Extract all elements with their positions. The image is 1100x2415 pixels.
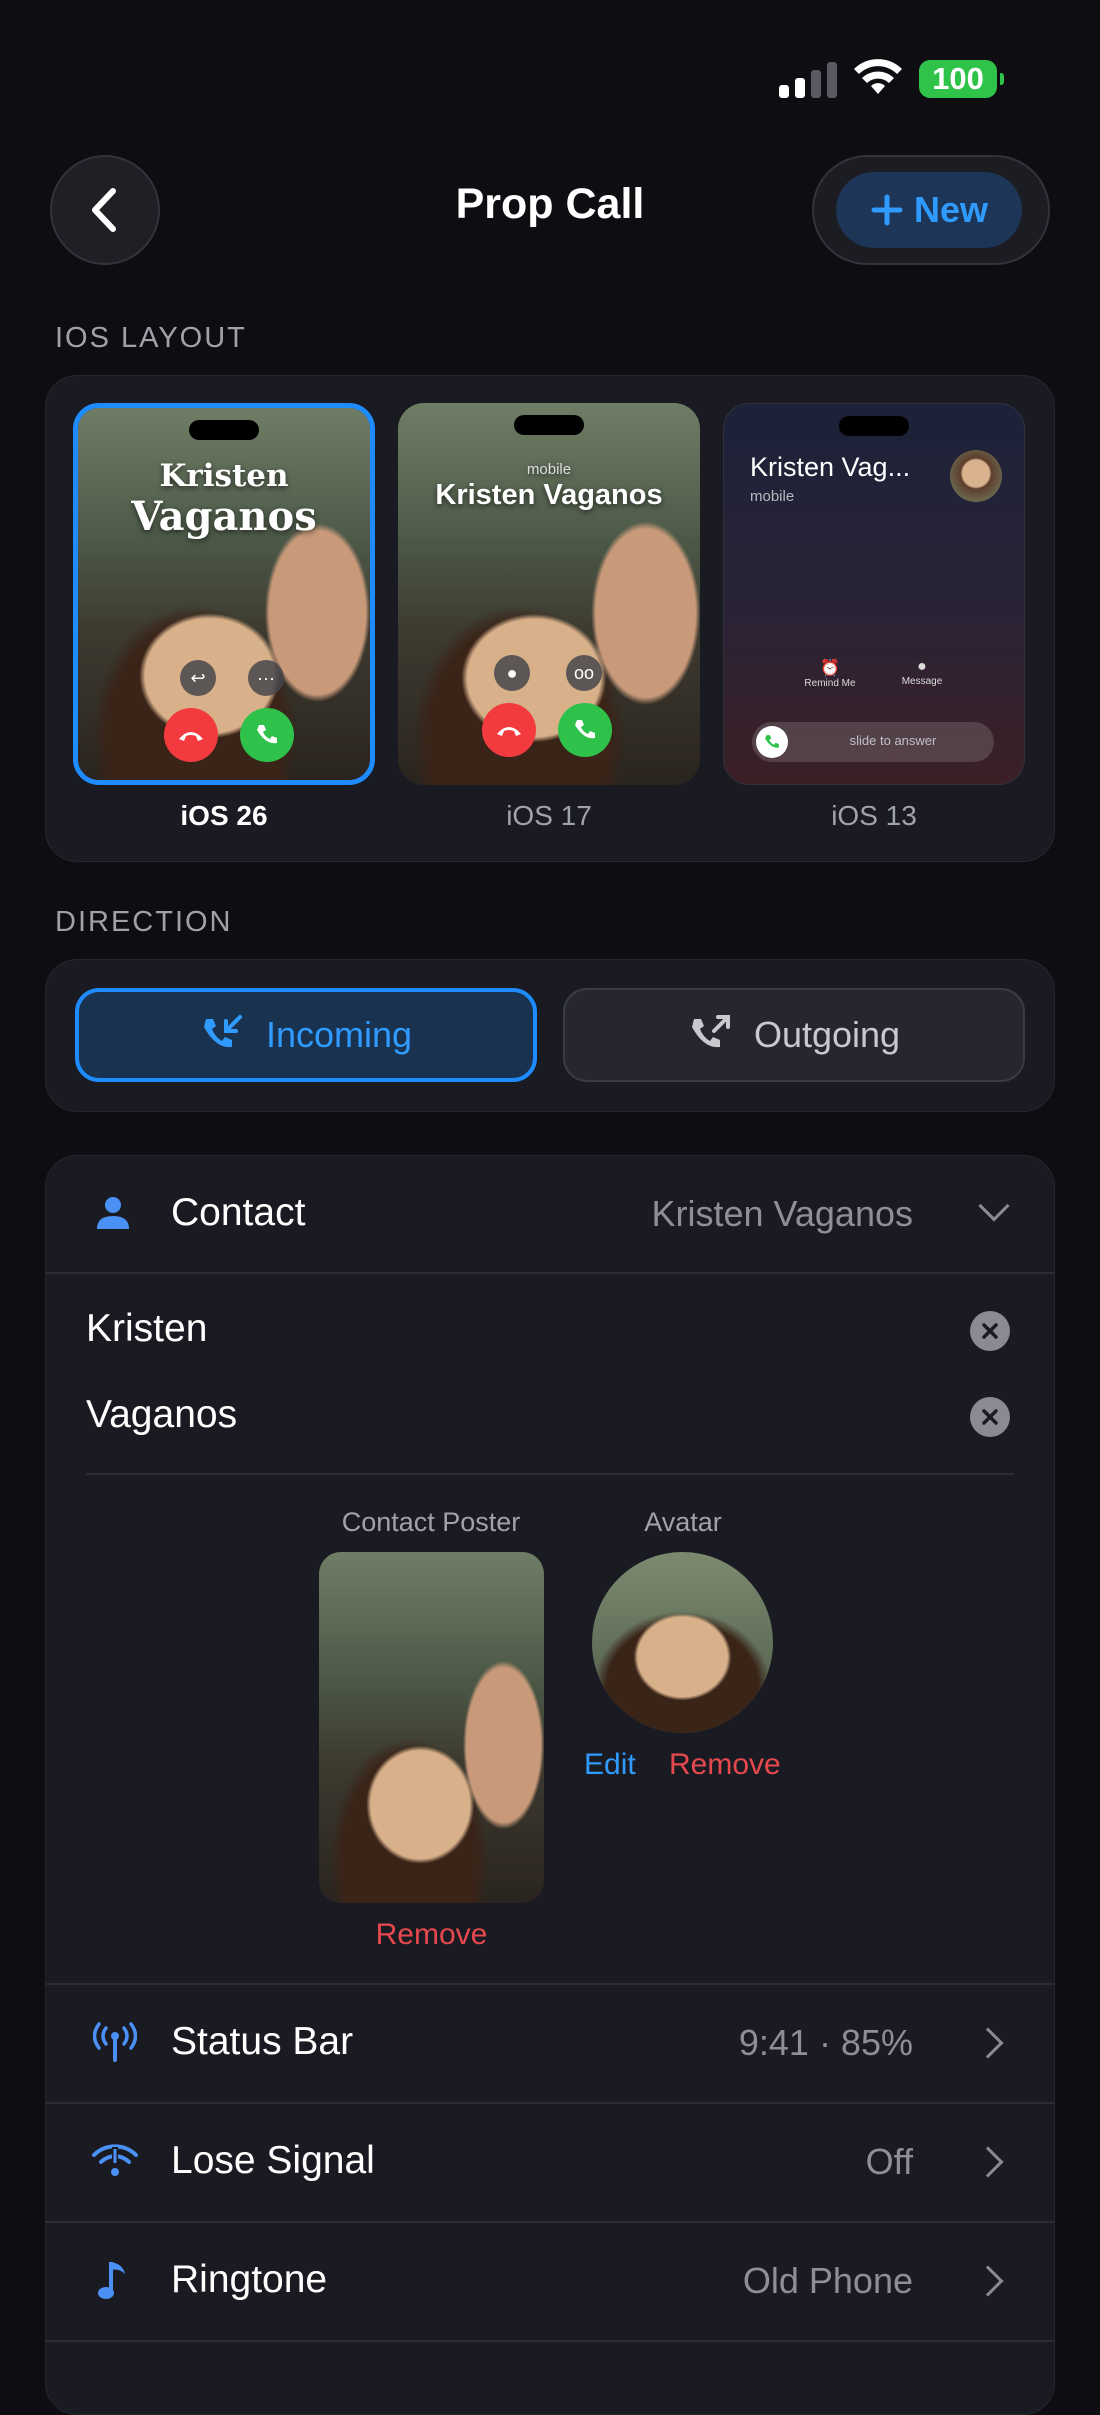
layout-option-ios17[interactable]: mobile Kristen Vaganos ● oo <box>398 403 700 785</box>
poster-first-name: Kristen <box>159 458 289 494</box>
accept-icon <box>558 703 612 757</box>
decline-icon <box>164 708 218 762</box>
section-label-direction: DIRECTION <box>55 906 233 938</box>
outgoing-label: Outgoing <box>753 1014 901 1055</box>
layout-option-ios13[interactable]: Kristen Vag... mobile ⏰ Remind Me ● Messag… <box>723 403 1025 785</box>
person-icon <box>97 1197 129 1229</box>
battery-indicator: 100 <box>919 60 1004 98</box>
status-bar-row[interactable]: Status Bar 9:41 · 85% <box>45 1984 1055 2102</box>
caller-name: Kristen Vaganos <box>435 479 663 511</box>
new-button-label: New <box>913 189 989 230</box>
plus-icon <box>871 194 903 226</box>
dynamic-island <box>514 415 584 435</box>
lose-signal-row[interactable]: Lose Signal Off <box>45 2103 1055 2221</box>
antenna-icon <box>93 2022 137 2062</box>
chevron-down-icon <box>978 1190 1010 1222</box>
close-icon <box>982 1409 998 1425</box>
page-title: Prop Call <box>455 180 645 228</box>
contact-row[interactable]: Contact Kristen Vaganos <box>45 1155 1055 1273</box>
first-name-field[interactable]: Kristen <box>86 1307 207 1351</box>
ringtone-value: Old Phone <box>742 2260 913 2301</box>
message-icon: ● <box>917 658 927 675</box>
outgoing-button[interactable]: Outgoing <box>563 988 1025 1082</box>
chevron-right-icon <box>972 2027 1004 2059</box>
status-bar-value: 9:41 · 85% <box>738 2022 913 2063</box>
chevron-right-icon <box>972 2146 1004 2178</box>
slide-to-answer-track: slide to answer <box>752 722 994 762</box>
section-label-ios-layout: IOS LAYOUT <box>55 322 247 354</box>
slide-to-answer-text: slide to answer <box>849 733 937 748</box>
poster-last-name: Vaganos <box>131 493 317 540</box>
lose-signal-value: Off <box>865 2141 913 2182</box>
incoming-call-icon <box>203 1015 242 1048</box>
alarm-icon: ⏰ <box>820 660 840 677</box>
layout-label-ios26: iOS 26 <box>180 800 268 831</box>
decline-icon <box>482 703 536 757</box>
contact-poster-label: Contact Poster <box>341 1507 521 1537</box>
ringtone-row[interactable]: Ringtone Old Phone <box>45 2222 1055 2340</box>
more-icon: ··· <box>248 660 284 696</box>
status-bar-label: Status Bar <box>171 2020 354 2063</box>
message-option: ● Message <box>892 658 952 687</box>
no-signal-icon <box>92 2144 138 2176</box>
divider <box>45 1272 1055 1274</box>
back-button[interactable] <box>50 155 160 265</box>
divider <box>86 1473 1014 1475</box>
call-subtitle: mobile <box>526 461 572 478</box>
cellular-signal-icon <box>779 62 837 98</box>
call-subtitle: mobile <box>750 488 795 505</box>
voicemail-icon: oo <box>566 655 602 691</box>
remind-me-option: ⏰ Remind Me <box>800 658 860 689</box>
contact-value: Kristen Vaganos <box>651 1193 914 1234</box>
divider <box>45 2340 1055 2342</box>
layout-label-ios13: iOS 13 <box>831 800 917 831</box>
chevron-right-icon <box>972 2265 1004 2297</box>
clear-last-name-button[interactable] <box>970 1397 1010 1437</box>
layout-option-ios26[interactable]: Kristen Vaganos ↩ ··· <box>73 403 375 785</box>
remove-poster-button[interactable]: Remove <box>319 1918 544 1952</box>
edit-avatar-button[interactable]: Edit <box>584 1748 636 1782</box>
incoming-button[interactable]: Incoming <box>75 988 537 1082</box>
message-icon: ● <box>494 655 530 691</box>
reply-icon: ↩ <box>180 660 216 696</box>
avatar-image[interactable] <box>592 1552 773 1733</box>
dynamic-island <box>189 420 259 440</box>
caller-name: Kristen Vag... <box>750 452 911 482</box>
close-icon <box>982 1323 998 1339</box>
wifi-icon <box>854 59 902 94</box>
chevron-left-icon <box>92 188 116 232</box>
contact-label: Contact <box>171 1191 306 1234</box>
lose-signal-label: Lose Signal <box>171 2139 375 2182</box>
incoming-label: Incoming <box>265 1014 413 1055</box>
remove-avatar-button[interactable]: Remove <box>669 1748 781 1782</box>
outgoing-call-icon <box>691 1015 730 1048</box>
last-name-field[interactable]: Vaganos <box>86 1393 237 1437</box>
dynamic-island <box>839 416 909 436</box>
music-note-icon <box>98 2262 125 2299</box>
slider-phone-icon <box>756 726 788 758</box>
new-button[interactable]: New <box>836 172 1022 248</box>
accept-icon <box>240 708 294 762</box>
contact-poster-image[interactable] <box>319 1552 544 1903</box>
clear-first-name-button[interactable] <box>970 1311 1010 1351</box>
avatar-label: Avatar <box>644 1507 722 1537</box>
ringtone-label: Ringtone <box>171 2258 328 2301</box>
avatar <box>950 450 1002 502</box>
layout-label-ios17: iOS 17 <box>506 800 592 831</box>
